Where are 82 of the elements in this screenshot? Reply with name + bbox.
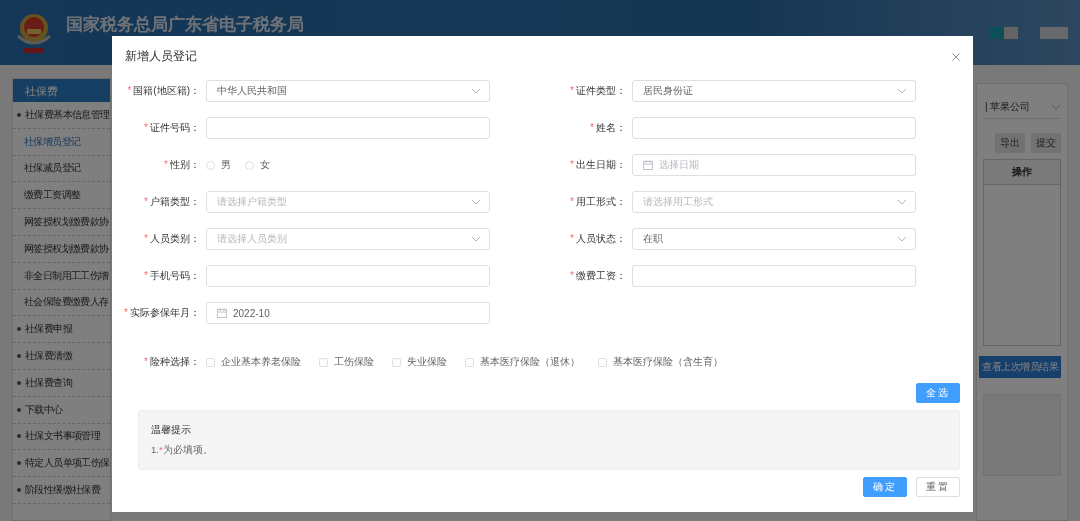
bullet-icon [17, 354, 21, 359]
field-label: * 出生日期： [570, 158, 626, 172]
tips-title: 温馨提示 [151, 423, 192, 437]
chevron-down-icon [897, 88, 907, 94]
select-field[interactable]: 中华人民共和国 [206, 80, 490, 102]
radio-label: 女 [260, 158, 270, 172]
view-result-button[interactable]: 查看上次增员结果 [979, 356, 1061, 378]
input-field[interactable] [632, 117, 916, 139]
chevron-down-icon [471, 88, 481, 94]
sidebar-item[interactable]: 网签授权划缴费款协 [24, 241, 109, 256]
field-label: * 实际参保年月： [124, 306, 200, 320]
select-all-button[interactable]: 全选 [916, 383, 960, 403]
field-label: * 性别： [164, 158, 200, 172]
checkbox-label: 基本医疗保险（退休） [480, 355, 580, 369]
sidebar-item[interactable]: 社会保险费缴费人存 [24, 295, 109, 310]
field-label: * 人员类别： [144, 232, 200, 246]
square-icon[interactable] [990, 26, 1018, 39]
checkbox-label: 企业基本养老保险 [221, 355, 301, 369]
tips-text: 1.*为必填项。 [151, 444, 214, 457]
bullet-icon [17, 112, 21, 117]
checkbox[interactable] [598, 357, 607, 367]
close-icon[interactable] [952, 52, 960, 61]
field-label: * 用工形式： [570, 195, 626, 209]
field-label: * 险种选择： [144, 355, 200, 369]
radio-label: 男 [221, 158, 231, 172]
chevron-down-icon [897, 236, 907, 242]
sidebar-item[interactable]: 网签授权划缴费款协 [24, 215, 109, 230]
toolbar-button[interactable]: 提交 [1031, 133, 1061, 153]
field-label: * 缴费工资： [570, 269, 626, 283]
site-title: 国家税务总局广东省电子税务局 [66, 14, 304, 36]
reset-button[interactable]: 重置 [916, 477, 960, 497]
field-label: * 人员状态： [570, 232, 626, 246]
checkbox-label: 工伤保险 [334, 355, 374, 369]
select-field[interactable]: 居民身份证 [632, 80, 916, 102]
date-field[interactable]: 2022-10 [206, 302, 490, 324]
calendar-icon [217, 308, 227, 318]
sidebar-item[interactable]: 非全日制用工工伤增 [24, 268, 109, 283]
field-label: * 姓名： [590, 121, 626, 135]
toolbar-button[interactable]: 导出 [995, 133, 1025, 153]
input-field[interactable] [632, 265, 916, 287]
bullet-icon [17, 488, 21, 493]
input-field[interactable] [206, 265, 490, 287]
sidebar-item[interactable]: 社保费基本信息管理 [25, 107, 110, 122]
chevron-down-icon [1051, 104, 1061, 110]
sidebar-item[interactable]: 社保费清缴 [25, 349, 72, 364]
calendar-icon [643, 160, 653, 170]
bullet-icon [17, 327, 21, 332]
checkbox[interactable] [206, 357, 215, 367]
chevron-down-icon [471, 199, 481, 205]
sidebar-item[interactable]: 社保文书事项管理 [25, 429, 101, 444]
sidebar-item[interactable]: 社保费查询 [25, 375, 72, 390]
bullet-icon [17, 461, 21, 466]
field-label: * 证件类型： [570, 84, 626, 98]
field-label: * 国籍(地区籍)： [127, 84, 200, 98]
checkbox[interactable] [392, 357, 401, 367]
sidebar-item[interactable]: 下载中心 [25, 402, 63, 417]
chevron-down-icon [471, 236, 481, 242]
sidebar-item[interactable]: 阶段性缓缴社保费 [25, 483, 101, 498]
field-label: * 户籍类型： [144, 195, 200, 209]
sidebar-item[interactable]: 社保增员登记 [24, 134, 81, 149]
dialog-title: 新增人员登记 [125, 48, 197, 65]
checkbox[interactable] [465, 357, 474, 367]
chevron-down-icon [897, 199, 907, 205]
field-label: * 证件号码： [144, 121, 200, 135]
checkbox[interactable] [319, 357, 328, 367]
sidebar-section-header[interactable]: 社保费 [13, 79, 110, 102]
checkbox-label: 失业保险 [407, 355, 447, 369]
checkbox-label: 基本医疗保险（含生育） [613, 355, 723, 369]
confirm-button[interactable]: 确定 [863, 477, 907, 497]
select-field[interactable]: 在职 [632, 228, 916, 250]
input-field[interactable] [206, 117, 490, 139]
bullet-icon [17, 380, 21, 385]
sidebar-item[interactable]: 社保费申报 [25, 322, 72, 337]
sidebar-item[interactable]: 特定人员单项工伤保 [25, 456, 110, 471]
bullet-icon [17, 434, 21, 439]
sidebar-item[interactable]: 社保减员登记 [24, 161, 81, 176]
company-select[interactable]: | 苹果公司 [983, 96, 1061, 119]
field-label: * 手机号码： [144, 269, 200, 283]
square-icon[interactable] [1040, 26, 1068, 39]
sidebar-item[interactable]: 缴费工资调整 [24, 188, 81, 203]
bullet-icon [17, 407, 21, 412]
table-header: 操作 [984, 160, 1060, 185]
